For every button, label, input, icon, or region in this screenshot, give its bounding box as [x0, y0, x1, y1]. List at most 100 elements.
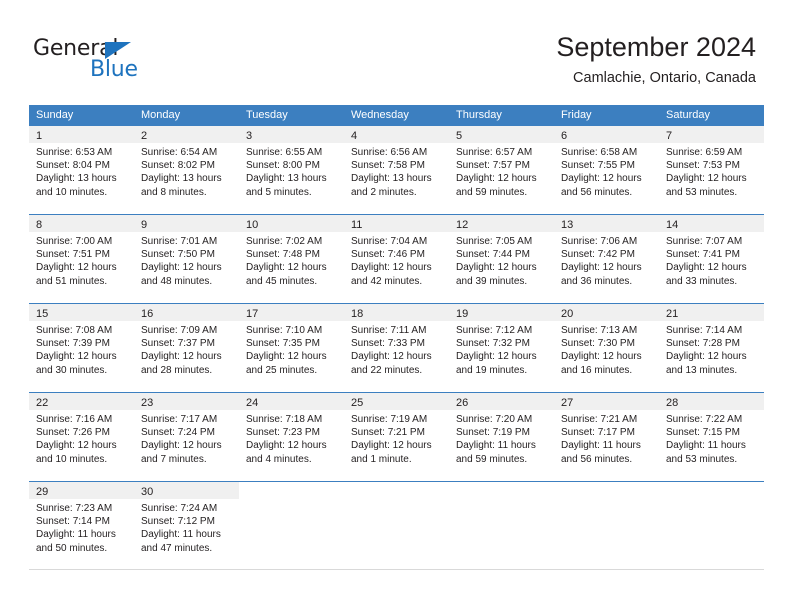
- sunrise-text: Sunrise: 7:19 AM: [351, 414, 428, 425]
- day-cell[interactable]: 6 Sunrise: 6:58 AM Sunset: 7:55 PM Daylight…: [554, 126, 659, 214]
- day-number: 26: [456, 397, 469, 409]
- day-number: 11: [351, 219, 363, 231]
- day-cell[interactable]: 14 Sunrise: 7:07 AM Sunset: 7:41 PM Dayligh…: [659, 215, 764, 303]
- day-cell[interactable]: 17 Sunrise: 7:10 AM Sunset: 7:35 PM Dayligh…: [239, 304, 344, 392]
- sunrise-text: Sunrise: 7:16 AM: [36, 414, 113, 425]
- day-cell-empty: [659, 482, 764, 569]
- daylight-text: Daylight: 12 hours and 53 minutes.: [666, 173, 747, 198]
- sunrise-text: Sunrise: 7:23 AM: [36, 503, 113, 514]
- sunrise-text: Sunrise: 6:56 AM: [351, 147, 428, 158]
- day-cell[interactable]: 26 Sunrise: 7:20 AM Sunset: 7:19 PM Dayligh…: [449, 393, 554, 481]
- day-number: 10: [246, 219, 259, 231]
- day-cell[interactable]: 12 Sunrise: 7:05 AM Sunset: 7:44 PM Dayligh…: [449, 215, 554, 303]
- sunrise-text: Sunrise: 7:24 AM: [141, 503, 218, 514]
- week-row: 1 Sunrise: 6:53 AM Sunset: 8:04 PM Daylight…: [29, 125, 764, 214]
- sunset-text: Sunset: 7:39 PM: [36, 338, 110, 350]
- day-cell[interactable]: 23 Sunrise: 7:17 AM Sunset: 7:24 PM Dayligh…: [134, 393, 239, 481]
- day-cell[interactable]: 18 Sunrise: 7:11 AM Sunset: 7:33 PM Dayligh…: [344, 304, 449, 392]
- sunset-text: Sunset: 7:26 PM: [36, 427, 110, 439]
- day-cell-empty: [449, 482, 554, 569]
- day-cell[interactable]: 3 Sunrise: 6:55 AM Sunset: 8:00 PM Daylight…: [239, 126, 344, 214]
- day-number: 15: [36, 308, 49, 320]
- daylight-text: Daylight: 12 hours and 45 minutes.: [246, 262, 327, 287]
- sunrise-text: Sunrise: 7:00 AM: [36, 236, 113, 247]
- weekday-header-monday: Monday: [141, 109, 181, 121]
- day-cell[interactable]: 20 Sunrise: 7:13 AM Sunset: 7:30 PM Dayligh…: [554, 304, 659, 392]
- day-cell[interactable]: 2 Sunrise: 6:54 AM Sunset: 8:02 PM Daylight…: [134, 126, 239, 214]
- page-subtitle: Camlachie, Ontario, Canada: [573, 70, 756, 86]
- day-cell[interactable]: 24 Sunrise: 7:18 AM Sunset: 7:23 PM Dayligh…: [239, 393, 344, 481]
- day-cell[interactable]: 25 Sunrise: 7:19 AM Sunset: 7:21 PM Dayligh…: [344, 393, 449, 481]
- sunset-text: Sunset: 7:21 PM: [351, 427, 425, 439]
- sunset-text: Sunset: 7:42 PM: [561, 249, 635, 261]
- day-cell[interactable]: 15 Sunrise: 7:08 AM Sunset: 7:39 PM Dayligh…: [29, 304, 134, 392]
- sunset-text: Sunset: 7:19 PM: [456, 427, 530, 439]
- day-cell[interactable]: 9 Sunrise: 7:01 AM Sunset: 7:50 PM Daylight…: [134, 215, 239, 303]
- sunrise-text: Sunrise: 7:04 AM: [351, 236, 428, 247]
- day-number: 9: [141, 219, 148, 231]
- sunrise-text: Sunrise: 7:09 AM: [141, 325, 218, 336]
- sunset-text: Sunset: 7:55 PM: [561, 160, 635, 172]
- sunset-text: Sunset: 7:28 PM: [666, 338, 740, 350]
- day-cell[interactable]: 5 Sunrise: 6:57 AM Sunset: 7:57 PM Daylight…: [449, 126, 554, 214]
- day-number: 18: [351, 308, 364, 320]
- day-cell[interactable]: 8 Sunrise: 7:00 AM Sunset: 7:51 PM Daylight…: [29, 215, 134, 303]
- sunset-text: Sunset: 7:50 PM: [141, 249, 215, 261]
- day-number: 3: [246, 130, 253, 142]
- sunrise-text: Sunrise: 7:01 AM: [141, 236, 218, 247]
- day-cell[interactable]: 21 Sunrise: 7:14 AM Sunset: 7:28 PM Dayligh…: [659, 304, 764, 392]
- sunset-text: Sunset: 7:37 PM: [141, 338, 215, 350]
- sunset-text: Sunset: 7:12 PM: [141, 516, 215, 528]
- daylight-text: Daylight: 12 hours and 48 minutes.: [141, 262, 222, 287]
- day-cell[interactable]: 4 Sunrise: 6:56 AM Sunset: 7:58 PM Daylight…: [344, 126, 449, 214]
- day-number: 14: [666, 219, 679, 231]
- general-blue-logo[interactable]: General Blue: [33, 36, 213, 86]
- sunrise-text: Sunrise: 7:11 AM: [351, 325, 427, 336]
- day-cell[interactable]: 22 Sunrise: 7:16 AM Sunset: 7:26 PM Dayligh…: [29, 393, 134, 481]
- day-cell[interactable]: 28 Sunrise: 7:22 AM Sunset: 7:15 PM Dayligh…: [659, 393, 764, 481]
- calendar-page: General Blue September 2024 Camlachie, O…: [0, 0, 792, 612]
- week-row: 22 Sunrise: 7:16 AM Sunset: 7:26 PM Dayligh…: [29, 392, 764, 481]
- weekday-header-saturday: Saturday: [666, 109, 711, 121]
- sunrise-text: Sunrise: 7:12 AM: [456, 325, 533, 336]
- daylight-text: Daylight: 12 hours and 33 minutes.: [666, 262, 747, 287]
- weekday-header-thursday: Thursday: [456, 109, 502, 121]
- day-number: 28: [666, 397, 679, 409]
- day-cell[interactable]: 30 Sunrise: 7:24 AM Sunset: 7:12 PM Dayligh…: [134, 482, 239, 569]
- sunset-text: Sunset: 8:04 PM: [36, 160, 110, 172]
- day-cell[interactable]: 19 Sunrise: 7:12 AM Sunset: 7:32 PM Dayligh…: [449, 304, 554, 392]
- calendar-grid: Sunday Monday Tuesday Wednesday Thursday…: [29, 105, 764, 570]
- title-block: September 2024 Camlachie, Ontario, Canad…: [556, 30, 756, 88]
- sunrise-text: Sunrise: 7:18 AM: [246, 414, 323, 425]
- daylight-text: Daylight: 13 hours and 10 minutes.: [36, 173, 117, 198]
- day-cell[interactable]: 13 Sunrise: 7:06 AM Sunset: 7:42 PM Dayligh…: [554, 215, 659, 303]
- sunrise-text: Sunrise: 7:08 AM: [36, 325, 113, 336]
- daylight-text: Daylight: 11 hours and 59 minutes.: [456, 440, 536, 465]
- sunset-text: Sunset: 7:33 PM: [351, 338, 425, 350]
- sunrise-text: Sunrise: 6:58 AM: [561, 147, 638, 158]
- weekday-header-tuesday: Tuesday: [246, 109, 288, 121]
- day-number: 27: [561, 397, 574, 409]
- sunrise-text: Sunrise: 7:07 AM: [666, 236, 743, 247]
- day-cell[interactable]: 27 Sunrise: 7:21 AM Sunset: 7:17 PM Dayligh…: [554, 393, 659, 481]
- weekday-header-wednesday: Wednesday: [351, 109, 409, 121]
- daylight-text: Daylight: 12 hours and 19 minutes.: [456, 351, 537, 376]
- daylight-text: Daylight: 11 hours and 53 minutes.: [666, 440, 746, 465]
- daylight-text: Daylight: 12 hours and 16 minutes.: [561, 351, 642, 376]
- day-cell[interactable]: 29 Sunrise: 7:23 AM Sunset: 7:14 PM Dayligh…: [29, 482, 134, 569]
- day-cell[interactable]: 1 Sunrise: 6:53 AM Sunset: 8:04 PM Daylight…: [29, 126, 134, 214]
- sunrise-text: Sunrise: 7:22 AM: [666, 414, 743, 425]
- day-number: 20: [561, 308, 574, 320]
- day-cell-empty: [239, 482, 344, 569]
- day-cell[interactable]: 7 Sunrise: 6:59 AM Sunset: 7:53 PM Daylight…: [659, 126, 764, 214]
- sunrise-text: Sunrise: 7:17 AM: [141, 414, 218, 425]
- day-number: 16: [141, 308, 154, 320]
- day-cell[interactable]: 10 Sunrise: 7:02 AM Sunset: 7:48 PM Dayligh…: [239, 215, 344, 303]
- daylight-text: Daylight: 12 hours and 56 minutes.: [561, 173, 642, 198]
- sunrise-text: Sunrise: 7:20 AM: [456, 414, 533, 425]
- day-cell[interactable]: 11 Sunrise: 7:04 AM Sunset: 7:46 PM Dayligh…: [344, 215, 449, 303]
- day-cell[interactable]: 16 Sunrise: 7:09 AM Sunset: 7:37 PM Dayligh…: [134, 304, 239, 392]
- sunset-text: Sunset: 7:48 PM: [246, 249, 320, 261]
- page-header: General Blue September 2024 Camlachie, O…: [0, 0, 792, 100]
- sunset-text: Sunset: 7:23 PM: [246, 427, 320, 439]
